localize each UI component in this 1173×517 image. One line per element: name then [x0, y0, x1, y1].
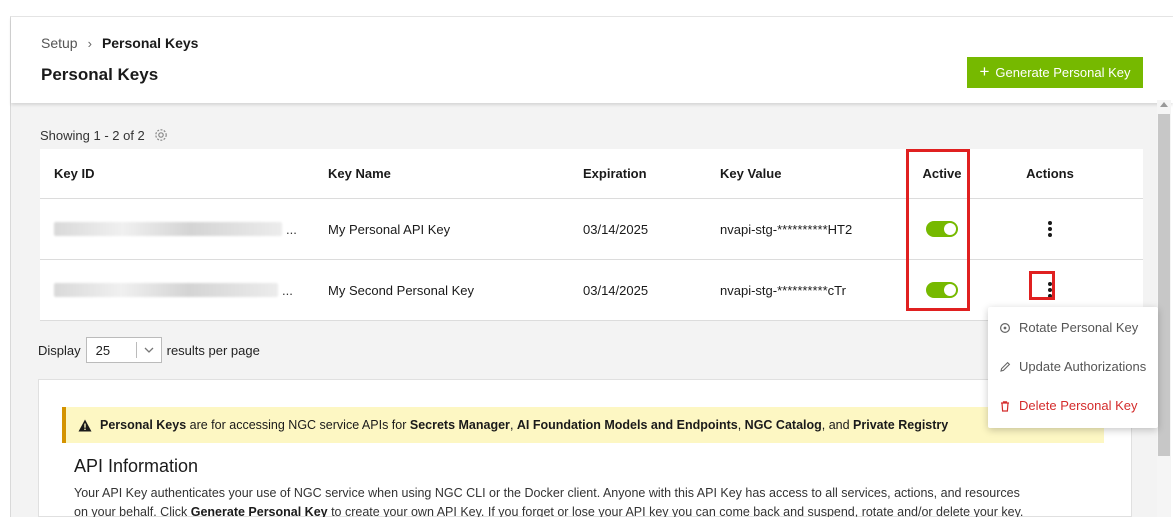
column-header-key-name[interactable]: Key Name — [328, 149, 391, 198]
pencil-icon — [1000, 361, 1011, 372]
key-value-cell: nvapi-stg-**********HT2 — [720, 221, 853, 237]
alert-text: are for accessing NGC service APIs for — [186, 418, 410, 432]
key-id-ellipsis: ... — [282, 282, 293, 298]
generate-personal-key-button[interactable]: + Generate Personal Key — [967, 57, 1143, 88]
active-column-highlight — [906, 149, 970, 311]
key-id-ellipsis: ... — [286, 221, 297, 237]
actions-dropdown-menu: Rotate Personal Key Update Authorization… — [988, 307, 1158, 428]
menu-item-label: Rotate Personal Key — [1019, 320, 1139, 335]
key-value-cell: nvapi-stg-**********cTr — [720, 282, 846, 298]
results-per-page-label: results per page — [166, 342, 260, 358]
warning-icon — [78, 419, 92, 431]
alert-and: , and — [821, 418, 854, 432]
column-header-expiration[interactable]: Expiration — [583, 149, 647, 198]
alert-ngc-catalog: NGC Catalog — [744, 418, 822, 432]
breadcrumb-current: Personal Keys — [101, 35, 199, 51]
column-header-key-id[interactable]: Key ID — [54, 149, 94, 198]
plus-icon: + — [979, 62, 990, 81]
page-title: Personal Keys — [41, 65, 159, 84]
breadcrumb-setup-link[interactable]: Setup — [41, 35, 78, 51]
api-text-generate: Generate Personal Key — [190, 505, 328, 517]
generate-personal-key-label: Generate Personal Key — [995, 65, 1131, 80]
page-size-control: Display 25 results per page — [38, 337, 260, 363]
expiration-cell: 03/14/2025 — [583, 282, 649, 298]
api-text-part: to create your own API Key. If you forge… — [327, 505, 1024, 517]
api-information-line-1: Your API Key authenticates your use of N… — [74, 486, 1020, 500]
column-header-actions: Actions — [1026, 166, 1074, 181]
alert-private-registry: Private Registry — [853, 418, 949, 432]
table-row: ... My Second Personal Key 03/14/2025 nv… — [40, 260, 1143, 321]
alert-ai-foundation: AI Foundation Models and Endpoints — [516, 418, 738, 432]
redacted-key-id — [54, 222, 282, 236]
scrollbar-thumb[interactable] — [1158, 114, 1170, 456]
scrollbar[interactable] — [1157, 100, 1171, 517]
key-name-cell: My Second Personal Key — [328, 282, 474, 298]
personal-keys-table: Key ID Key Name Expiration Key Value Act… — [40, 149, 1143, 321]
key-id-cell: ... — [54, 260, 293, 320]
scroll-up-arrow-icon[interactable] — [1160, 102, 1168, 107]
key-id-cell: ... — [54, 199, 297, 259]
trash-icon — [1001, 400, 1009, 412]
api-information-line-2: on your behalf. Click Generate Personal … — [74, 503, 1114, 517]
chevron-down-icon — [137, 347, 161, 353]
redacted-key-id — [54, 283, 278, 297]
page-header: Setup › Personal Keys Personal Keys + Ge… — [11, 17, 1173, 103]
expiration-cell: 03/14/2025 — [583, 221, 649, 237]
table-row: ... My Personal API Key 03/14/2025 nvapi… — [40, 199, 1143, 260]
kebab-menu-icon[interactable] — [1042, 219, 1058, 239]
api-information-title: API Information — [74, 456, 199, 476]
alert-comma: , — [737, 418, 745, 432]
api-text-part: on your behalf. Click — [74, 505, 191, 517]
alert-secrets-manager: Secrets Manager — [409, 418, 510, 432]
page-size-value: 25 — [95, 342, 111, 358]
column-header-key-value[interactable]: Key Value — [720, 149, 781, 198]
menu-item-update-authorizations[interactable]: Update Authorizations — [988, 348, 1158, 385]
breadcrumb-chevron-icon: › — [87, 35, 92, 51]
table-header-row: Key ID Key Name Expiration Key Value Act… — [40, 149, 1143, 199]
alert-lead: Personal Keys — [100, 418, 187, 432]
key-name-cell: My Personal API Key — [328, 221, 451, 237]
rotate-icon — [999, 322, 1011, 333]
results-count-text: Showing 1 - 2 of 2 — [40, 127, 145, 143]
display-label: Display — [38, 342, 81, 358]
alert-comma: , — [509, 418, 517, 432]
menu-item-rotate-personal-key[interactable]: Rotate Personal Key — [988, 309, 1158, 346]
menu-item-label: Update Authorizations — [1019, 359, 1147, 374]
personal-keys-alert: Personal Keys are for accessing NGC serv… — [62, 407, 1104, 443]
breadcrumb: Setup › Personal Keys — [41, 35, 198, 51]
gear-icon[interactable] — [153, 127, 169, 143]
results-count: Showing 1 - 2 of 2 — [40, 127, 169, 143]
page-size-select[interactable]: 25 — [85, 337, 162, 363]
menu-item-label: Delete Personal Key — [1019, 398, 1138, 413]
actions-cell — [1000, 199, 1100, 259]
api-information-text: Your API Key authenticates your use of N… — [74, 484, 1114, 517]
menu-item-delete-personal-key[interactable]: Delete Personal Key — [988, 387, 1158, 424]
kebab-highlight — [1029, 271, 1055, 300]
